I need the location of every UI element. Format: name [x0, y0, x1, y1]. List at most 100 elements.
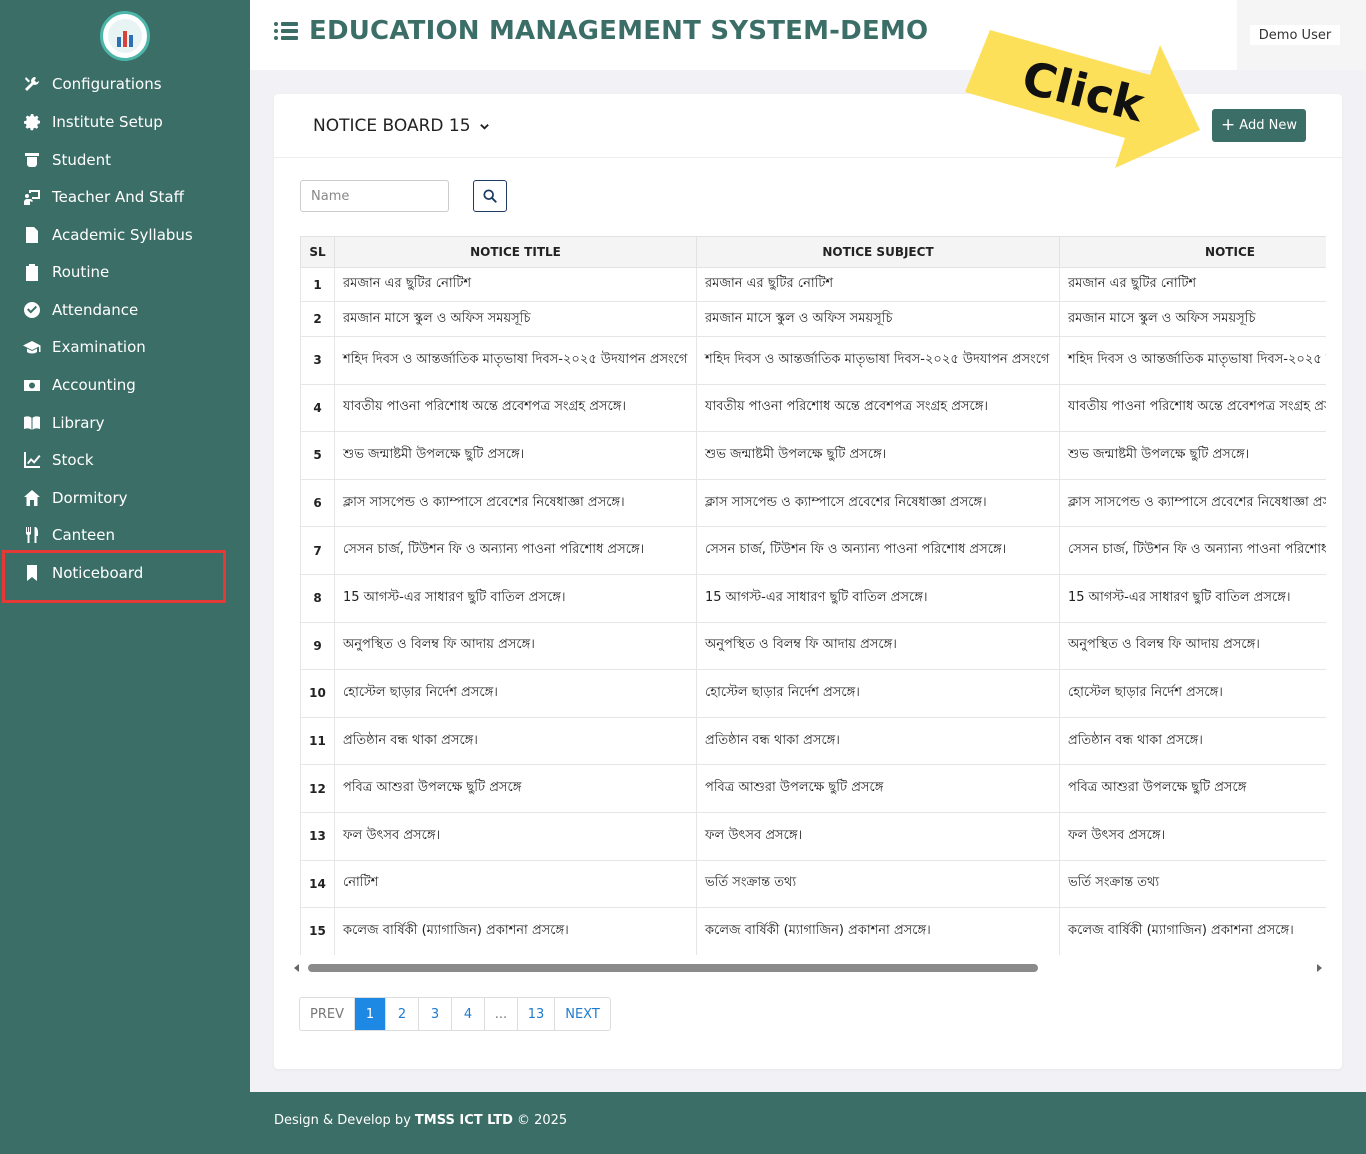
utensils-icon [22, 525, 42, 545]
page-button-13[interactable]: 13 [518, 998, 555, 1030]
table-row[interactable]: 2 রমজান মাসে স্কুল ও অফিস সময়সূচি রমজান ম… [300, 301, 1326, 337]
sidebar-item-institute-setup[interactable]: Institute Setup [0, 104, 250, 140]
institution-logo[interactable] [100, 11, 150, 61]
column-header-notice-title[interactable]: NOTICE TITLE [334, 236, 697, 268]
table-row[interactable]: 12 পবিত্র আশুরা উপলক্ষে ছুটি প্রসঙ্গে পবিত… [300, 764, 1326, 813]
table-row[interactable]: 14 নোটিশ ভর্তি সংক্রান্ত তথ্য ভর্তি সংক্রান… [300, 859, 1326, 909]
footer-company[interactable]: TMSS ICT LTD [415, 1113, 513, 1128]
scroll-right-arrow-icon[interactable] [1317, 964, 1322, 972]
sidebar-item-label: Institute Setup [52, 113, 163, 131]
cell-notice-title: নোটিশ [334, 859, 697, 909]
sidebar-item-label: Canteen [52, 526, 116, 544]
cell-sl: 2 [300, 301, 335, 337]
user-menu[interactable]: Demo User [1250, 25, 1340, 45]
table-row[interactable]: 7 সেসন চার্জ, টিউশন ফি ও অন্যান্য পাওনা প… [300, 526, 1326, 575]
page-button-1[interactable]: 1 [355, 998, 386, 1030]
cell-sl: 1 [300, 267, 335, 302]
table-row[interactable]: 5 শুভ জন্মাষ্টমী উপলক্ষে ছুটি প্রসঙ্গে। শু… [300, 431, 1326, 480]
cell-notice-subject: শুভ জন্মাষ্টমী উপলক্ষে ছুটি প্রসঙ্গে। [696, 431, 1060, 480]
cell-sl: 13 [300, 811, 335, 861]
cell-sl: 11 [300, 716, 335, 766]
cell-notice-subject: হোস্টেল ছাড়ার নির্দেশ প্রসঙ্গে। [696, 669, 1060, 718]
cell-notice-title: রমজান এর ছুটির নোটিশ [334, 267, 697, 302]
cell-notice: রমজান এর ছুটির নোটিশ [1059, 267, 1326, 302]
sidebar-item-dormitory[interactable]: Dormitory [0, 480, 250, 516]
add-new-label: Add New [1239, 118, 1297, 133]
check-circle-icon [22, 300, 42, 320]
notice-board-select-label: NOTICE BOARD 15 [313, 116, 471, 136]
table-row[interactable]: 11 প্রতিষ্ঠান বন্ধ থাকা প্রসঙ্গে। প্রতিষ্ঠ… [300, 716, 1326, 766]
prev-page-button[interactable]: PREV [300, 998, 355, 1030]
sidebar-item-configurations[interactable]: Configurations [0, 66, 250, 102]
cell-notice-title: অনুপস্থিত ও বিলম্ব ফি আদায় প্রসঙ্গে। [334, 621, 697, 671]
sidebar-item-accounting[interactable]: Accounting [0, 367, 250, 403]
clipboard-icon [22, 262, 42, 282]
cell-notice: কলেজ বার্ষিকী (ম্যাগাজিন) প্রকাশনা প্রসঙ… [1059, 907, 1326, 955]
sidebar-item-routine[interactable]: Routine [0, 254, 250, 290]
notice-table: SL NOTICE TITLE NOTICE SUBJECT NOTICE 1র… [300, 236, 1326, 955]
cell-notice: হোস্টেল ছাড়ার নির্দেশ প্রসঙ্গে। [1059, 669, 1326, 718]
cell-notice: ফল উৎসব প্রসঙ্গে। [1059, 811, 1326, 861]
chevron-down-icon [479, 123, 489, 130]
cell-notice: রমজান মাসে স্কুল ও অফিস সময়সূচি [1059, 301, 1326, 337]
plus-icon: + [1221, 115, 1236, 135]
tools-icon [22, 74, 42, 94]
scroll-left-arrow-icon[interactable] [294, 964, 299, 972]
sidebar-item-attendance[interactable]: Attendance [0, 292, 250, 328]
page-button-4[interactable]: 4 [452, 998, 485, 1030]
sidebar-item-label: Dormitory [52, 489, 128, 507]
sidebar-item-label: Teacher And Staff [52, 188, 184, 206]
column-header-notice-subject[interactable]: NOTICE SUBJECT [696, 236, 1060, 268]
page-button-2[interactable]: 2 [386, 998, 419, 1030]
cell-notice-subject: অনুপস্থিত ও বিলম্ব ফি আদায় প্রসঙ্গে। [696, 621, 1060, 671]
cell-notice-subject: ক্লাস সাসপেন্ড ও ক্যাম্পাসে প্রবেশের নিষ… [696, 478, 1060, 528]
table-row[interactable]: 1 রমজান এর ছুটির নোটিশ রমজান এর ছুটির নোটি… [300, 267, 1326, 302]
sidebar-item-label: Examination [52, 338, 146, 356]
sidebar-item-examination[interactable]: Examination [0, 329, 250, 365]
cell-notice-title: প্রতিষ্ঠান বন্ধ থাকা প্রসঙ্গে। [334, 716, 697, 766]
cell-notice-title: ফল উৎসব প্রসঙ্গে। [334, 811, 697, 861]
sidebar-item-stock[interactable]: Stock [0, 442, 250, 478]
cell-notice-subject: রমজান মাসে স্কুল ও অফিস সময়সূচি [696, 301, 1060, 337]
cell-notice-title: শুভ জন্মাষ্টমী উপলক্ষে ছুটি প্রসঙ্গে। [334, 431, 697, 480]
table-row[interactable]: 10 হোস্টেল ছাড়ার নির্দেশ প্রসঙ্গে। হোস্টে… [300, 669, 1326, 718]
sidebar-item-academic-syllabus[interactable]: Academic Syllabus [0, 217, 250, 253]
cell-sl: 14 [300, 859, 335, 909]
table-row[interactable]: 4 যাবতীয় পাওনা পরিশোধ অন্তে প্রবেশপত্র স… [300, 383, 1326, 433]
app-title: EDUCATION MANAGEMENT SYSTEM-DEMO [309, 16, 929, 46]
sidebar-item-label: Accounting [52, 376, 136, 394]
notice-board-select[interactable]: NOTICE BOARD 15 [313, 116, 490, 136]
cell-notice-subject: ভর্তি সংক্রান্ত তথ্য [696, 859, 1060, 909]
table-row[interactable]: 13 ফল উৎসব প্রসঙ্গে। ফল উৎসব প্রসঙ্গে। ফল উ… [300, 811, 1326, 861]
sidebar-item-student[interactable]: Student [0, 142, 250, 178]
table-row[interactable]: 15 কলেজ বার্ষিকী (ম্যাগাজিন) প্রকাশনা প্র… [300, 907, 1326, 955]
gear-icon [22, 112, 42, 132]
name-search-input[interactable] [300, 180, 449, 212]
pagination: PREV 1 2 3 4 ... 13 NEXT [299, 997, 611, 1031]
cell-sl: 6 [300, 478, 335, 528]
sidebar-item-canteen[interactable]: Canteen [0, 517, 250, 553]
cell-notice: 15 আগস্ট-এর সাধারণ ছুটি বাতিল প্রসঙ্গে। [1059, 573, 1326, 623]
sidebar-item-teacher-and-staff[interactable]: Teacher And Staff [0, 179, 250, 215]
sidebar-item-label: Library [52, 414, 105, 432]
cell-sl: 3 [300, 336, 335, 385]
student-icon [22, 150, 42, 170]
cell-notice: অনুপস্থিত ও বিলম্ব ফি আদায় প্রসঙ্গে। [1059, 621, 1326, 671]
table-row[interactable]: 9 অনুপস্থিত ও বিলম্ব ফি আদায় প্রসঙ্গে। অন… [300, 621, 1326, 671]
hamburger-menu-icon[interactable] [274, 21, 298, 41]
table-row[interactable]: 8 15 আগস্ট-এর সাধারণ ছুটি বাতিল প্রসঙ্গে।… [300, 573, 1326, 623]
scrollbar-thumb[interactable] [308, 964, 1038, 972]
search-button[interactable] [473, 180, 507, 212]
sidebar-item-library[interactable]: Library [0, 405, 250, 441]
horizontal-scrollbar[interactable] [294, 962, 1322, 974]
next-page-button[interactable]: NEXT [555, 998, 610, 1030]
table-row[interactable]: 3 শহিদ দিবস ও আন্তর্জাতিক মাতৃভাষা দিবস-২… [300, 336, 1326, 385]
column-header-sl[interactable]: SL [300, 236, 335, 268]
page-button-3[interactable]: 3 [419, 998, 452, 1030]
column-header-notice[interactable]: NOTICE [1059, 236, 1326, 268]
cell-sl: 10 [300, 669, 335, 718]
table-row[interactable]: 6 ক্লাস সাসপেন্ড ও ক্যাম্পাসে প্রবেশের নি… [300, 478, 1326, 528]
add-new-button[interactable]: + Add New [1212, 109, 1306, 142]
sidebar-item-label: Routine [52, 263, 110, 281]
notice-table-container: SL NOTICE TITLE NOTICE SUBJECT NOTICE 1র… [300, 236, 1326, 955]
